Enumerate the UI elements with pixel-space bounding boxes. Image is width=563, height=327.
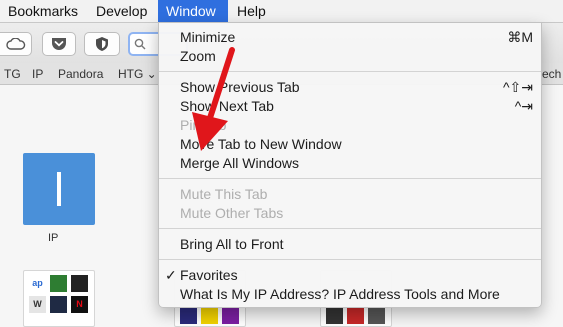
menu-help[interactable]: Help bbox=[229, 0, 274, 23]
icloud-button[interactable] bbox=[0, 32, 32, 56]
menu-item-bring-all-to-front[interactable]: Bring All to Front bbox=[180, 235, 284, 254]
site-icon-c bbox=[222, 307, 239, 324]
cloud-icon bbox=[5, 38, 25, 50]
bookmark-tg[interactable]: TG bbox=[4, 63, 21, 85]
pocket-icon bbox=[52, 38, 66, 50]
menu-item-minimize[interactable]: Minimize bbox=[180, 28, 235, 47]
menu-item-mute-other-tabs: Mute Other Tabs bbox=[180, 205, 284, 221]
favorite-tile-ip[interactable] bbox=[23, 153, 95, 225]
bookmark-ip[interactable]: IP bbox=[32, 63, 43, 85]
site-icon-green bbox=[50, 275, 67, 292]
site-icon-e bbox=[347, 307, 364, 324]
bookmark-pandora[interactable]: Pandora bbox=[58, 63, 103, 85]
extension-button[interactable] bbox=[84, 32, 120, 56]
tile-glyph bbox=[57, 172, 61, 206]
menu-bar: Bookmarks Develop Window Help bbox=[0, 0, 563, 23]
bookmark-tech[interactable]: ech bbox=[542, 63, 561, 85]
menu-item-show-next-tab[interactable]: Show Next Tab bbox=[180, 97, 274, 116]
site-icon-b bbox=[201, 307, 218, 324]
menu-separator bbox=[159, 178, 541, 179]
menu-item-merge-all-windows[interactable]: Merge All Windows bbox=[180, 154, 299, 173]
menu-separator bbox=[159, 228, 541, 229]
favorite-label-ip: IP bbox=[48, 232, 59, 244]
shortcut-show-next-tab: ^⇥ bbox=[514, 98, 533, 114]
checkmark-icon: ✓ bbox=[165, 267, 177, 283]
menu-item-mute-this-tab: Mute This Tab bbox=[180, 186, 268, 202]
menu-separator bbox=[159, 259, 541, 260]
menu-item-ip-address-window[interactable]: What Is My IP Address? IP Address Tools … bbox=[180, 285, 500, 304]
site-icon-w: W bbox=[29, 296, 46, 313]
menu-separator bbox=[159, 71, 541, 72]
menu-develop[interactable]: Develop bbox=[88, 0, 155, 23]
site-icon-dark bbox=[71, 275, 88, 292]
site-icon-d bbox=[326, 307, 343, 324]
site-icon-navy bbox=[50, 296, 67, 313]
shortcut-minimize: ⌘M bbox=[507, 29, 533, 45]
bookmark-htg-folder[interactable]: HTG ⌄ bbox=[118, 63, 157, 85]
menu-item-zoom[interactable]: Zoom bbox=[180, 47, 216, 66]
menu-item-show-previous-tab[interactable]: Show Previous Tab bbox=[180, 78, 300, 97]
pocket-button[interactable] bbox=[42, 32, 76, 56]
frequent-site-thumbnail[interactable]: ap W N bbox=[23, 270, 95, 327]
menu-item-pin-tab: Pin Tab bbox=[180, 117, 227, 133]
site-icon-ap: ap bbox=[29, 275, 46, 292]
shield-icon bbox=[96, 37, 108, 51]
site-icon-f bbox=[368, 307, 385, 324]
window-menu-dropdown: Minimize ⌘M Zoom Show Previous Tab ^⇧⇥ S… bbox=[158, 22, 542, 308]
menu-item-favorites[interactable]: Favorites bbox=[180, 266, 238, 285]
menu-window[interactable]: Window bbox=[158, 0, 228, 23]
site-icon-a bbox=[180, 307, 197, 324]
site-icon-n: N bbox=[71, 296, 88, 313]
shortcut-show-previous-tab: ^⇧⇥ bbox=[502, 79, 533, 95]
menu-bookmarks[interactable]: Bookmarks bbox=[0, 0, 86, 23]
menu-item-move-tab-to-new-window[interactable]: Move Tab to New Window bbox=[180, 135, 342, 154]
search-icon bbox=[134, 38, 146, 50]
